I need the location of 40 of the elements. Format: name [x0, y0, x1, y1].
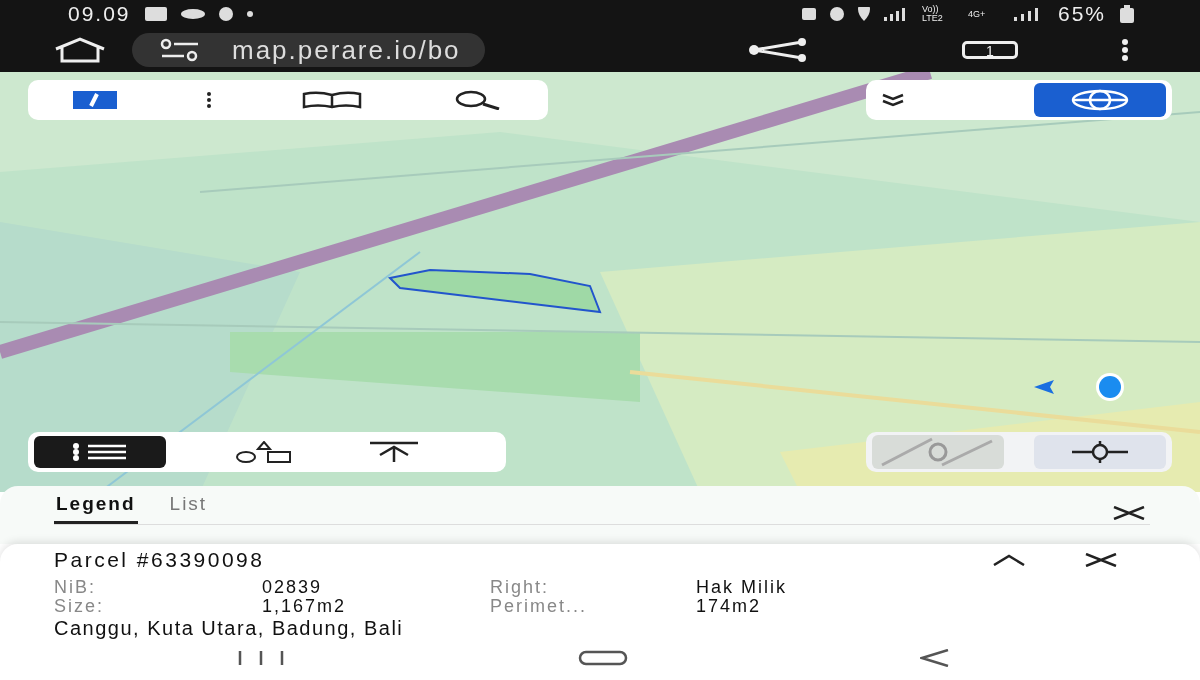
back-button[interactable] — [920, 649, 950, 667]
field-value: Hak Milik — [696, 578, 788, 597]
crosshair-icon — [1070, 441, 1130, 463]
battery-icon — [1120, 5, 1134, 23]
cloud-icon — [180, 9, 205, 19]
more-icon — [206, 92, 213, 108]
parcel-address: Canggu, Kuta Utara, Badung, Bali — [54, 617, 405, 640]
field-label: Perimet... — [490, 597, 589, 616]
location-icon — [857, 7, 870, 21]
tab-switcher-button[interactable]: 1 — [962, 41, 1018, 59]
globe-icon — [1070, 89, 1130, 111]
globe-button[interactable] — [1034, 83, 1166, 117]
recent-apps-button[interactable] — [236, 651, 286, 665]
field-label: Right: — [490, 578, 551, 597]
home-button[interactable] — [578, 650, 628, 666]
parcel-title: Parcel #63390098 — [54, 548, 265, 572]
clipboard-icon — [801, 8, 816, 20]
map-thumbnail[interactable] — [872, 435, 1004, 469]
gallery-icon — [144, 7, 167, 21]
battery-percent: 65% — [1057, 2, 1106, 26]
panel-tab[interactable]: Legend — [54, 489, 138, 524]
field-label: NiB: — [54, 578, 97, 597]
network-label: Vo)) LTE2 — [921, 5, 944, 23]
alarm-icon — [829, 7, 844, 21]
field-label: Size: — [54, 597, 106, 616]
list-button[interactable] — [34, 436, 166, 468]
panel-tab[interactable]: List — [167, 489, 210, 524]
menu-button[interactable] — [1120, 39, 1130, 61]
field-value: 174m2 — [696, 597, 763, 616]
network-label: 4G+ — [967, 9, 987, 19]
field-value: 1,167m2 — [262, 597, 348, 616]
locate-button[interactable] — [1034, 435, 1166, 469]
url-text: map.perare.io/bo — [232, 34, 461, 66]
dot-icon — [246, 11, 253, 17]
list-icon — [72, 443, 128, 461]
field-value: 02839 — [262, 578, 324, 597]
clock-time: 09.09 — [68, 2, 131, 26]
app-icon — [218, 7, 233, 21]
address-bar[interactable]: map.perare.io/bo — [132, 33, 485, 67]
signal-icon — [883, 7, 908, 21]
